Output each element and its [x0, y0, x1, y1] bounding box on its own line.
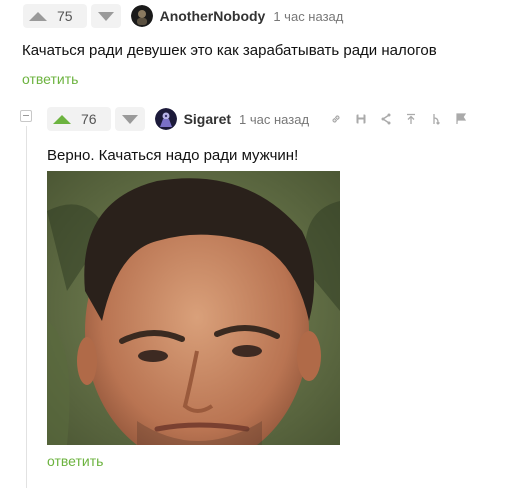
rating-count: 75 [57, 8, 73, 24]
author-name[interactable]: Sigaret [184, 111, 231, 127]
comment-header: 75 AnotherNobody 1 час назад [23, 0, 343, 32]
downvote-button[interactable] [90, 4, 121, 28]
avatar[interactable] [130, 5, 153, 27]
avatar[interactable] [154, 108, 177, 130]
rating-count: 76 [81, 111, 97, 127]
go-to-parent-icon[interactable] [403, 111, 419, 127]
collapse-thread-button[interactable] [20, 110, 32, 122]
downvote-icon [121, 114, 138, 124]
comment-image[interactable] [47, 171, 340, 445]
comment-text: Верно. Качаться надо ради мужчин! [47, 147, 299, 164]
comment-time: 1 час назад [239, 111, 310, 127]
branch-icon[interactable] [428, 111, 444, 127]
rating-box: 75 [23, 4, 87, 28]
comment-tools [319, 111, 469, 127]
comment-text: Качаться ради девушек это как зарабатыва… [22, 42, 437, 59]
comment-header: 76 Sigaret 1 час назад [47, 103, 469, 135]
reply-button[interactable]: ответить [47, 453, 103, 469]
share-icon[interactable] [378, 111, 394, 127]
link-icon[interactable] [328, 111, 344, 127]
thread-line[interactable] [26, 126, 27, 488]
report-flag-icon[interactable] [453, 111, 469, 127]
upvote-icon[interactable] [53, 114, 71, 124]
downvote-button[interactable] [114, 107, 145, 131]
upvote-icon[interactable] [29, 11, 47, 21]
author-name[interactable]: AnotherNobody [160, 8, 266, 24]
rating-box: 76 [47, 107, 111, 131]
save-icon[interactable] [353, 111, 369, 127]
reply-button[interactable]: ответить [22, 71, 78, 87]
downvote-icon [97, 11, 114, 21]
comment-time: 1 час назад [273, 8, 344, 24]
